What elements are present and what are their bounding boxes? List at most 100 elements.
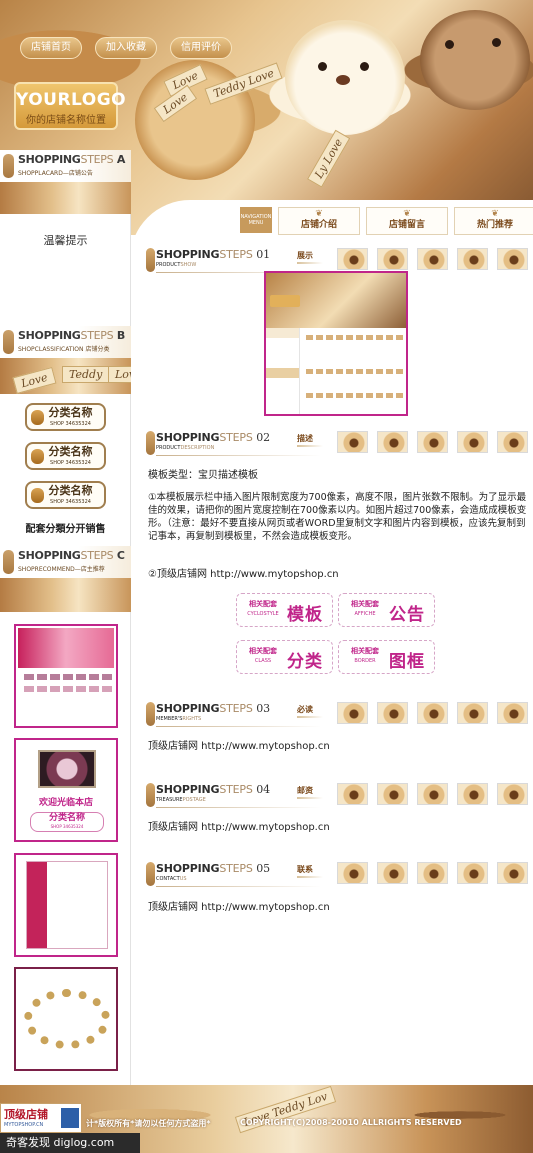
instruction-paragraph: ①本模板展示栏中插入图片限制宽度为700像素，高度不限，图片张数不限制。为了显示… <box>148 492 527 542</box>
related-template-link[interactable]: 相关配套 CYCLOSTYLE 模板 <box>236 593 333 627</box>
bear-nose-icon <box>336 75 350 85</box>
bear-eye-icon <box>360 62 369 71</box>
bear-thumbnail[interactable] <box>417 248 448 270</box>
promo-image-welcome[interactable]: 欢迎光临本店 分类名称 SHOP 34635324 <box>14 738 118 842</box>
bear-thumbnail[interactable] <box>377 862 408 884</box>
pill-caption: 相关配套 CYCLOSTYLE <box>247 600 279 617</box>
divider <box>156 455 321 456</box>
pill-title: 公告 <box>389 605 425 625</box>
promo-image-notice-board[interactable] <box>14 853 118 957</box>
shop-logo[interactable]: YOURLOGO 你的店铺名称位置 <box>14 82 127 130</box>
promo-image-bracelet[interactable] <box>14 967 118 1071</box>
template-type-text: 模板类型：宝贝描述模板 <box>148 470 258 481</box>
sidebar-heading-title: SHOPPINGSTEPS A <box>18 153 126 166</box>
bear-thumbnail[interactable] <box>417 702 448 724</box>
heading-bar-icon <box>146 783 155 807</box>
tab-hot-recommend[interactable]: ❦ 热门推荐 <box>454 207 533 235</box>
sidebar-heading-a: SHOPPINGSTEPS A SHOPPLACARD—店铺公告 <box>0 150 131 184</box>
heading-bar-icon <box>146 862 155 886</box>
section-title: SHOPPINGSTEPS 02 <box>156 431 270 444</box>
bear-thumbnail[interactable] <box>417 431 448 453</box>
tab-shop-message[interactable]: ❦ 店铺留言 <box>366 207 448 235</box>
category-name: 分类名称 <box>48 406 93 419</box>
bear-thumbnail[interactable] <box>417 783 448 805</box>
site-link-text[interactable]: 顶级店铺网 http://www.mytopshop.cn <box>148 821 330 834</box>
heading-bar-icon <box>3 330 14 354</box>
pill-caption: 相关配套 BORDER <box>351 647 379 664</box>
ball-icon <box>31 449 44 464</box>
notice-board-image <box>26 861 108 949</box>
sidebar-heading-c: SHOPPINGSTEPS C SHOPRECOMMEND—店主推荐 <box>0 546 131 580</box>
pill-caption: 相关配套 AFFICHE <box>351 600 379 617</box>
navigation-menu-badge: NAVIGATION MENU <box>240 207 272 233</box>
sidebar-heading-title: SHOPPINGSTEPS C <box>18 549 125 562</box>
section-subtitle: CONTACTUS <box>156 876 187 882</box>
logo-subtitle: 你的店铺名称位置 <box>26 115 106 126</box>
bear-thumbnail[interactable] <box>377 702 408 724</box>
promo-image-store-template[interactable] <box>14 624 118 728</box>
bear-thumbnail[interactable] <box>457 783 488 805</box>
pill-title: 分类 <box>287 652 323 672</box>
category-name: 分类名称 <box>48 484 93 497</box>
bear-thumbnail[interactable] <box>377 248 408 270</box>
bracelet-image <box>24 989 110 1049</box>
ball-icon <box>31 410 44 425</box>
preview-sidebar <box>266 328 300 414</box>
heading-bar-icon <box>146 248 155 272</box>
logo-text: YOURLOGO <box>16 90 127 110</box>
related-category-link[interactable]: 相关配套 CLASS 分类 <box>236 640 333 674</box>
notice-text: 温馨提示 <box>43 234 88 247</box>
category-button-1[interactable]: 分类名称 SHOP 34635324 <box>25 403 106 431</box>
bear-thumbnail[interactable] <box>497 862 528 884</box>
sidebar-heading-subtitle: SHOPPLACARD—店铺公告 <box>18 170 93 177</box>
site-link-text[interactable]: ②顶级店铺网 http://www.mytopshop.cn <box>148 568 339 581</box>
bear-thumbnail[interactable] <box>377 431 408 453</box>
template-preview-image[interactable] <box>264 271 408 416</box>
nav-favorite-button[interactable]: 加入收藏 <box>95 37 157 59</box>
bear-thumbnail[interactable] <box>417 862 448 884</box>
category-button-3[interactable]: 分类名称 SHOP 34635324 <box>25 481 106 509</box>
pill-title: 图框 <box>389 652 425 672</box>
bear-thumbnail[interactable] <box>337 783 368 805</box>
promo-category-button[interactable]: 分类名称 SHOP 34635324 <box>30 812 104 832</box>
bear-image-right <box>420 10 530 110</box>
divider <box>156 807 321 808</box>
sidebar-heading-b: SHOPPINGSTEPS B SHOPCLASSIFICATION 店铺分类 <box>0 326 131 360</box>
preview-thumb-row <box>306 393 404 398</box>
bear-thumbnail[interactable] <box>457 862 488 884</box>
bear-thumbnail[interactable] <box>337 431 368 453</box>
nav-rating-button[interactable]: 信用评价 <box>170 37 232 59</box>
section-heading-03: SHOPPINGSTEPS 03 MEMBER'SRIGHTS 必读 <box>142 702 533 728</box>
category-button-2[interactable]: 分类名称 SHOP 34635324 <box>25 442 106 470</box>
sidebar-bear-banner <box>0 578 131 612</box>
bear-thumbnail[interactable] <box>457 248 488 270</box>
footer-copyright-cn: 计*版权所有*请勿以任何方式盗用* <box>86 1119 211 1128</box>
bear-thumbnail[interactable] <box>497 248 528 270</box>
divider <box>156 886 321 887</box>
ornament-icon: ❦ <box>403 209 411 219</box>
related-border-link[interactable]: 相关配套 BORDER 图框 <box>338 640 435 674</box>
site-link-text[interactable]: 顶级店铺网 http://www.mytopshop.cn <box>148 740 330 753</box>
ribbon-text: Love <box>12 367 57 394</box>
section-subtitle: TREASUREPOSTAGE <box>156 797 206 803</box>
bear-thumbnail[interactable] <box>337 702 368 724</box>
nav-home-button[interactable]: 店铺首页 <box>20 37 82 59</box>
bear-thumbnail[interactable] <box>497 702 528 724</box>
promo-category-name: 分类名称 <box>48 813 85 823</box>
section-label: 描述 <box>297 433 323 447</box>
ribbon-text: Teddy <box>62 366 110 383</box>
bear-thumbnail[interactable] <box>337 248 368 270</box>
bear-thumbnail[interactable] <box>457 431 488 453</box>
site-watermark: 奇客发现 diglog.com <box>0 1133 140 1153</box>
bear-thumbnail[interactable] <box>337 862 368 884</box>
footer-logo[interactable]: 顶级店铺 MYTOPSHOP.CN <box>0 1103 82 1133</box>
related-notice-link[interactable]: 相关配套 AFFICHE 公告 <box>338 593 435 627</box>
tab-shop-intro[interactable]: ❦ 店铺介绍 <box>278 207 360 235</box>
bear-thumbnail[interactable] <box>377 783 408 805</box>
bear-thumbnail[interactable] <box>497 431 528 453</box>
sidebar-bear-banner <box>0 182 131 214</box>
bear-thumbnail[interactable] <box>457 702 488 724</box>
bear-thumbnail[interactable] <box>497 783 528 805</box>
site-link-text[interactable]: 顶级店铺网 http://www.mytopshop.cn <box>148 901 330 914</box>
house-icon <box>61 1108 79 1128</box>
